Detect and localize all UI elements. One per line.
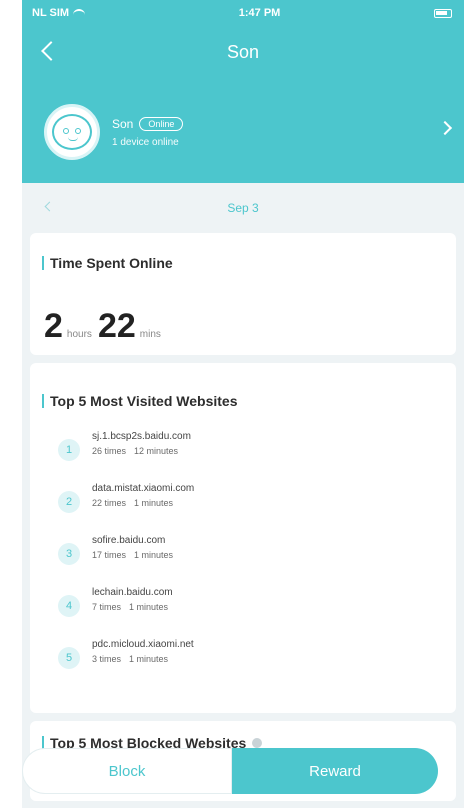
top-visited-card: Top 5 Most Visited Websites 1 sj.1.bcsp2… xyxy=(30,363,456,713)
top-visited-title: Top 5 Most Visited Websites xyxy=(50,393,238,409)
time-spent-card: Time Spent Online 2 hours 22 mins xyxy=(30,233,456,355)
time-spent-value: 2 hours 22 mins xyxy=(30,307,456,346)
date-label[interactable]: Sep 3 xyxy=(227,201,258,215)
site-url: pdc.micloud.xiaomi.net xyxy=(92,639,194,650)
hours-unit: hours xyxy=(66,329,92,340)
rank-badge: 1 xyxy=(58,439,80,461)
date-selector: Sep 3 xyxy=(22,183,464,233)
reward-button[interactable]: Reward xyxy=(232,748,438,794)
header: NL SIM 1:47 PM Son Son Online 1 device o… xyxy=(22,0,464,183)
visit-duration: 1 minutes xyxy=(134,550,174,560)
site-url: sj.1.bcsp2s.baidu.com xyxy=(92,431,191,442)
visit-count: 22 times xyxy=(92,498,127,508)
site-url: lechain.baidu.com xyxy=(92,587,173,598)
block-button[interactable]: Block xyxy=(22,748,232,794)
avatar xyxy=(44,104,100,160)
list-item[interactable]: 2 data.mistat.xiaomi.com 22 times 1 minu… xyxy=(58,483,456,535)
list-item[interactable]: 4 lechain.baidu.com 7 times 1 minutes xyxy=(58,587,456,639)
minutes-unit: mins xyxy=(139,329,161,340)
rank-badge: 3 xyxy=(58,543,80,565)
rank-badge: 4 xyxy=(58,595,80,617)
status-badge: Online xyxy=(139,116,184,131)
visit-count: 7 times xyxy=(92,602,122,612)
action-bar: Block Reward xyxy=(22,748,438,794)
profile-name: Son xyxy=(112,116,134,131)
chevron-right-icon[interactable] xyxy=(437,120,453,136)
site-url: data.mistat.xiaomi.com xyxy=(92,483,195,494)
visit-count: 26 times xyxy=(92,446,127,456)
hours-value: 2 xyxy=(44,307,63,345)
visit-duration: 1 minutes xyxy=(134,498,174,508)
visit-count: 3 times xyxy=(92,654,122,664)
visit-duration: 1 minutes xyxy=(129,654,169,664)
section-marker xyxy=(42,394,44,408)
site-url: sofire.baidu.com xyxy=(92,535,166,546)
rank-badge: 2 xyxy=(58,491,80,513)
minutes-value: 22 xyxy=(97,307,136,345)
app-screen: NL SIM 1:47 PM Son Son Online 1 device o… xyxy=(22,0,464,808)
section-marker xyxy=(42,256,44,270)
face-icon xyxy=(52,114,92,150)
visited-site-list: 1 sj.1.bcsp2s.baidu.com 26 times 12 minu… xyxy=(30,431,456,691)
wifi-icon xyxy=(73,8,86,18)
previous-date-icon[interactable] xyxy=(44,201,55,212)
visit-count: 17 times xyxy=(92,550,127,560)
time-spent-title: Time Spent Online xyxy=(50,255,173,271)
list-item[interactable]: 1 sj.1.bcsp2s.baidu.com 26 times 12 minu… xyxy=(58,431,456,483)
clock: 1:47 PM xyxy=(238,7,281,19)
rank-badge: 5 xyxy=(58,647,80,669)
page-title: Son xyxy=(226,41,260,62)
nav-bar: Son xyxy=(22,26,464,84)
device-count: 1 device online xyxy=(112,136,179,148)
back-arrow-icon[interactable] xyxy=(41,41,61,61)
list-item[interactable]: 3 sofire.baidu.com 17 times 1 minutes xyxy=(58,535,456,587)
list-item[interactable]: 5 pdc.micloud.xiaomi.net 3 times 1 minut… xyxy=(58,639,456,691)
help-icon[interactable] xyxy=(252,738,263,748)
battery-icon xyxy=(434,8,452,18)
profile-row[interactable]: Son Online 1 device online xyxy=(22,92,464,172)
visit-duration: 12 minutes xyxy=(134,446,179,456)
status-bar: NL SIM 1:47 PM xyxy=(22,0,464,26)
visit-duration: 1 minutes xyxy=(129,602,169,612)
carrier-label: NL SIM xyxy=(32,7,70,19)
